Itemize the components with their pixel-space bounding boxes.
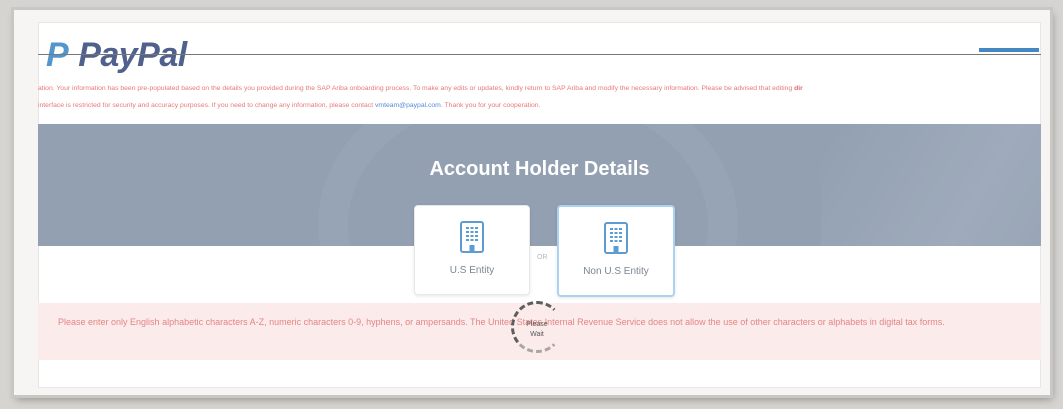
paypal-logo: P PayPal bbox=[46, 36, 187, 75]
us-entity-option[interactable]: U.S Entity bbox=[414, 205, 530, 295]
building-icon bbox=[460, 221, 484, 253]
non-us-entity-label: Non U.S Entity bbox=[583, 266, 649, 277]
non-us-entity-option[interactable]: Non U.S Entity bbox=[557, 205, 675, 297]
notice-text-2: interface is restricted for security and… bbox=[38, 102, 374, 109]
spinner-line-1: Please bbox=[526, 321, 548, 328]
notice-text-1: ation. Your information has been pre-pop… bbox=[38, 85, 793, 92]
banner-sheen bbox=[821, 124, 1041, 246]
header-accent-bar bbox=[979, 48, 1039, 52]
us-entity-label: U.S Entity bbox=[449, 265, 495, 276]
spinner-line-2: Wait bbox=[530, 331, 544, 338]
paypal-p-icon: P bbox=[46, 36, 69, 74]
page-title: Account Holder Details bbox=[429, 158, 650, 180]
browser-viewport: P PayPal ation. Your information has been… bbox=[38, 22, 1041, 388]
support-email-link[interactable]: vmteam@paypal.com bbox=[375, 102, 441, 109]
prepopulated-notice: ation. Your information has been pre-pop… bbox=[38, 80, 1038, 114]
logo-text: PayPal bbox=[78, 36, 187, 74]
notice-text-3: . Thank you for your cooperation. bbox=[440, 102, 541, 109]
notice-text-strong: dir bbox=[794, 85, 803, 92]
loading-spinner-text: Please Wait bbox=[514, 320, 560, 340]
header-divider bbox=[38, 54, 1041, 55]
hero-banner: Account Holder Details bbox=[38, 124, 1041, 246]
photo-frame: P PayPal ation. Your information has been… bbox=[14, 10, 1050, 395]
or-separator: OR bbox=[537, 254, 548, 261]
building-icon bbox=[604, 222, 628, 254]
